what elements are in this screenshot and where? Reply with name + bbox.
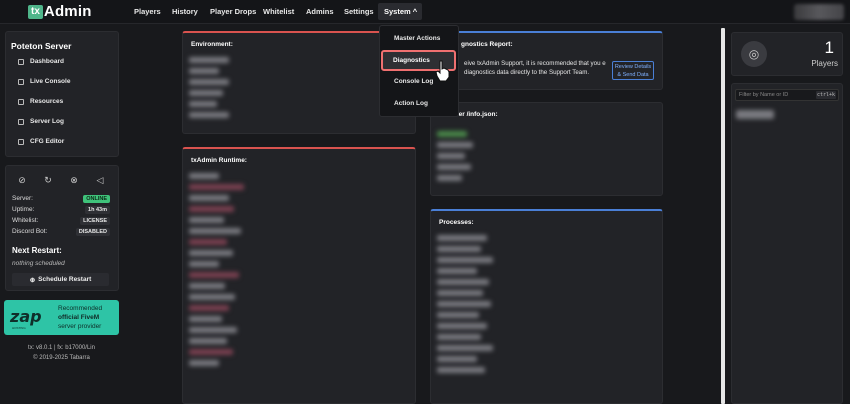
blurred-content (189, 57, 229, 123)
zap-line-1: Recommended (58, 305, 103, 312)
next-restart-title: Next Restart: (12, 246, 62, 255)
blurred-content (437, 235, 497, 378)
info-json-panel: ver /info.json: (430, 102, 663, 196)
server-name: Poteton Server (11, 41, 72, 51)
main-scrollbar[interactable] (721, 28, 725, 404)
status-badge: 1h 43m (85, 206, 110, 214)
nav-players[interactable]: Players (134, 7, 161, 16)
nav-player-drops[interactable]: Player Drops (210, 7, 256, 16)
hand-cursor-icon (435, 60, 450, 82)
diagnostics-text: eive txAdmin Support, it is recommended … (464, 60, 606, 76)
menu-action-log[interactable]: Action Log (394, 100, 428, 107)
log-icon (18, 118, 24, 125)
panel-title: gnostics Report: (461, 41, 513, 48)
nav-admins[interactable]: Admins (306, 7, 334, 16)
schedule-restart-button[interactable]: ⊕ Schedule Restart (12, 273, 109, 286)
blurred-content (189, 173, 249, 371)
zap-logo-sub: HOSTING (12, 326, 26, 330)
status-badge: LICENSE (80, 217, 110, 225)
zap-line-2: official FiveM (58, 314, 100, 321)
status-row-server: Server: ONLINE (12, 195, 110, 203)
next-restart-value: nothing scheduled (12, 260, 65, 267)
menu-master-actions[interactable]: Master Actions (394, 35, 440, 42)
menu-console-log[interactable]: Console Log (394, 78, 433, 85)
player-filter-input[interactable]: Filter by Name or ID ctrl+k (735, 89, 839, 101)
stop-icon[interactable]: ⊘ (17, 175, 27, 185)
dashboard-icon (18, 58, 24, 65)
users-icon: ◎ (741, 41, 767, 67)
version-info: tx: v8.0.1 | fx: b17000/Lin (28, 345, 95, 351)
nav-system[interactable]: System ^ (378, 3, 422, 20)
status-label: Server: (12, 195, 33, 202)
player-count: 1 (824, 38, 834, 57)
players-count-card: ◎ 1 Players (731, 32, 843, 76)
announce-icon[interactable]: ◁ (95, 175, 105, 185)
blurred-content (437, 131, 477, 186)
menu-server-log[interactable]: Server Log (18, 118, 64, 125)
menu-cfg-editor[interactable]: CFG Editor (18, 138, 64, 145)
panel-title: txAdmin Runtime: (191, 157, 247, 164)
shortcut-hint: ctrl+k (815, 91, 836, 99)
menu-label: Dashboard (30, 58, 64, 65)
user-menu[interactable] (794, 4, 844, 20)
processes-panel: Processes: (430, 209, 663, 404)
restart-icon[interactable]: ↻ (43, 175, 53, 185)
player-label: Players (811, 59, 838, 68)
zap-logo: zap (10, 307, 42, 326)
status-label: Uptime: (12, 206, 35, 213)
console-icon (18, 78, 24, 85)
resources-icon (18, 98, 24, 105)
copyright: © 2019-2025 Tabarra (33, 355, 90, 361)
file-icon (18, 138, 24, 145)
menu-resources[interactable]: Resources (18, 98, 63, 105)
status-badge: DISABLED (75, 228, 110, 236)
top-navbar: tx Admin Players History Player Drops Wh… (0, 0, 850, 24)
menu-diagnostics-label: Diagnostics (393, 57, 430, 64)
nav-settings[interactable]: Settings (344, 7, 374, 16)
status-row-whitelist: Whitelist: LICENSE (12, 217, 110, 225)
player-row[interactable] (736, 110, 776, 124)
status-label: Discord Bot: (12, 228, 48, 235)
txadmin-logo[interactable]: tx Admin (28, 3, 92, 20)
nav-system-label: System ^ (384, 7, 418, 16)
menu-label: CFG Editor (30, 138, 65, 145)
panel-title: Environment: (191, 41, 233, 48)
zap-hosting-banner[interactable]: zap HOSTING Recommended official FiveM s… (4, 300, 119, 335)
status-badge: ONLINE (83, 195, 110, 203)
nav-whitelist[interactable]: Whitelist (263, 7, 294, 16)
menu-label: Resources (30, 98, 64, 105)
menu-live-console[interactable]: Live Console (18, 78, 70, 85)
logo-box: tx (28, 4, 43, 19)
status-row-discord: Discord Bot: DISABLED (12, 228, 110, 236)
menu-label: Server Log (30, 118, 64, 125)
menu-dashboard[interactable]: Dashboard (18, 58, 64, 65)
panel-title: ver /info.json: (455, 111, 498, 118)
filter-placeholder: Filter by Name or ID (739, 92, 789, 98)
players-list (731, 83, 843, 404)
status-label: Whitelist: (12, 217, 39, 224)
logo-text: Admin (43, 3, 92, 20)
runtime-panel: txAdmin Runtime: (182, 147, 416, 404)
panel-title: Processes: (439, 219, 474, 226)
status-row-uptime: Uptime: 1h 43m (12, 206, 110, 214)
kick-all-icon[interactable]: ⊗ (69, 175, 79, 185)
nav-history[interactable]: History (172, 7, 198, 16)
zap-line-3: server provider (58, 323, 102, 330)
clock-icon: ⊕ (29, 276, 36, 284)
schedule-restart-label: Schedule Restart (38, 276, 92, 283)
menu-label: Live Console (30, 78, 71, 85)
review-send-button[interactable]: Review Details & Send Data (612, 61, 654, 80)
